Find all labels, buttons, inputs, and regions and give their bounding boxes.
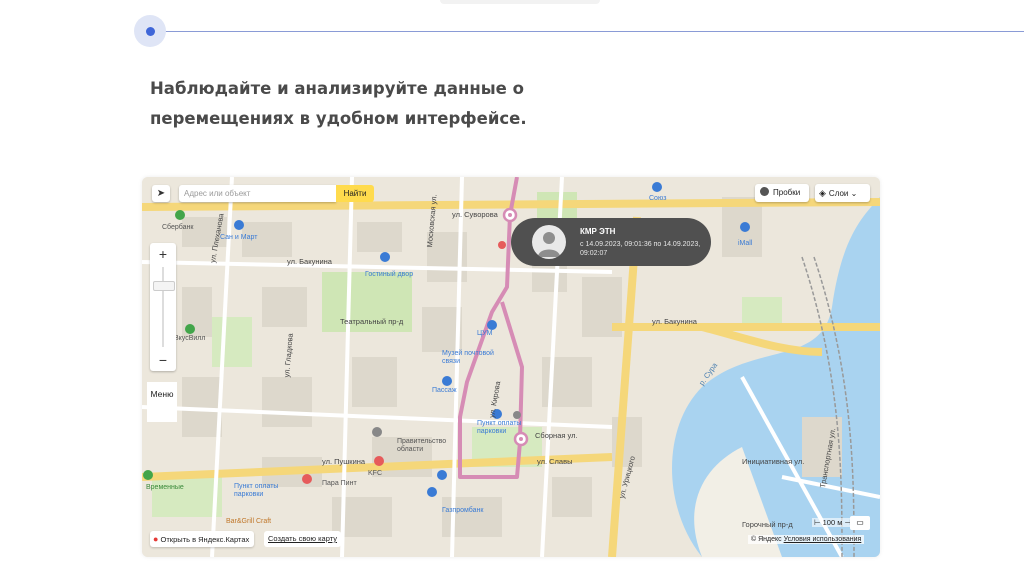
copyright: © Яндекс Условия использования <box>748 535 865 544</box>
top-tab-shadow <box>440 0 600 4</box>
geolocation-button[interactable]: ➤ <box>152 185 170 202</box>
section-heading: Наблюдайте и анализируйте данные о перем… <box>150 74 570 134</box>
layers-label: Слои <box>828 189 849 198</box>
poi-museum[interactable]: Музей почтовой связи <box>442 350 504 366</box>
street-label-suvorova: ул. Суворова <box>452 210 498 219</box>
street-label-sbornaya: Сборная ул. <box>535 431 578 440</box>
tracker-name: КМР ЭТН <box>580 227 616 236</box>
zoom-handle[interactable] <box>153 281 175 291</box>
map-pin-icon: ● <box>153 534 159 544</box>
poi-gazprombank[interactable]: Газпромбанк <box>442 507 483 514</box>
poi-para-pint[interactable]: Пара Пинт <box>322 480 357 487</box>
poi-parking-1[interactable]: Пункт оплаты парковки <box>477 420 527 436</box>
timeline-step-dot <box>146 27 155 36</box>
poi-imall[interactable]: iMall <box>738 240 752 247</box>
street-label-initiative: Инициативная ул. <box>742 457 805 466</box>
street-label-pushkina: ул. Пушкина <box>322 457 366 466</box>
scale-label: ⊢ 100 м ⊣ <box>812 518 854 527</box>
open-in-yandex-label: Открыть в Яндекс.Картах <box>160 535 250 544</box>
copyright-brand: © Яндекс <box>751 536 782 543</box>
avatar <box>532 225 566 259</box>
poi-vkusvill[interactable]: ВкусВилл <box>174 335 205 342</box>
traffic-button[interactable]: Пробки <box>755 184 809 202</box>
poi-bargrill[interactable]: Bar&Grill Craft <box>226 518 271 525</box>
street-label-teatralny: Театральный пр-д <box>340 317 404 326</box>
poi-parking-2[interactable]: Пункт оплаты парковки <box>234 483 294 499</box>
poi-pravitelstvo[interactable]: Правительство области <box>397 438 447 454</box>
zoom-track[interactable] <box>162 267 164 347</box>
ruler-button[interactable]: ▭ <box>850 516 870 530</box>
terms-link[interactable]: Условия использования <box>784 536 862 543</box>
zoom-in-button[interactable]: + <box>150 243 176 265</box>
street-label-gorochny: Горочный пр-д <box>742 520 793 529</box>
poi-gostiny-dvor[interactable]: Гостиный двор <box>365 271 413 278</box>
street-label-bakunina-right: ул. Бакунина <box>652 317 697 326</box>
user-silhouette-icon <box>538 232 560 257</box>
create-map-link[interactable]: Создать свою карту <box>264 531 342 547</box>
timeline-line <box>160 31 1024 32</box>
tracker-period: с 14.09.2023, 09:01:36 по 14.09.2023, 09… <box>580 241 701 257</box>
poi-tsum[interactable]: ЦУМ <box>477 330 492 337</box>
poi-sanmart[interactable]: Сан и Март <box>220 234 257 241</box>
street-label-bakunina-left: ул. Бакунина <box>287 257 332 266</box>
zoom-control[interactable]: + − <box>150 243 176 371</box>
heading-line-2: перемещениях в удобном интерфейсе. <box>150 109 527 128</box>
tracker-tooltip[interactable]: КМР ЭТН с 14.09.2023, 09:01:36 по 14.09.… <box>511 218 711 266</box>
street-label-slavy: ул. Славы <box>537 457 573 466</box>
poi-vremennye[interactable]: Временные <box>146 484 184 491</box>
heading-line-1: Наблюдайте и анализируйте данные о <box>150 79 524 98</box>
menu-button[interactable]: Меню <box>147 382 177 422</box>
zoom-out-button[interactable]: − <box>150 349 176 371</box>
open-in-yandex-link[interactable]: ● Открыть в Яндекс.Картах <box>150 531 255 547</box>
traffic-icon <box>760 187 769 196</box>
layers-icon: ◈ <box>819 188 826 198</box>
poi-souz[interactable]: Союз <box>649 195 666 202</box>
map-search-input[interactable]: Адрес или объект <box>179 185 336 202</box>
traffic-label: Пробки <box>773 188 801 197</box>
map-widget[interactable]: ул. Суворова ул. Бакунина ул. Бакунина у… <box>142 177 880 557</box>
poi-passage[interactable]: Пассаж <box>432 387 457 394</box>
poi-kfc[interactable]: KFC <box>368 470 382 477</box>
scale-value: 100 м <box>822 518 843 527</box>
chevron-down-icon: ⌄ <box>848 189 858 198</box>
map-search-button[interactable]: Найти <box>336 185 374 202</box>
layers-button[interactable]: ◈ Слои ⌄ <box>815 184 870 202</box>
poi-sberbank[interactable]: Сбербанк <box>162 224 193 231</box>
